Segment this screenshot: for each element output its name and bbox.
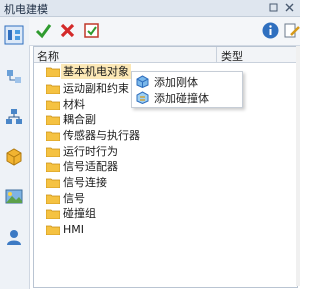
network-navigator-icon[interactable]: [4, 107, 24, 127]
collision-body-icon: [136, 91, 149, 104]
tree-row-couplers[interactable]: 耦合副: [34, 112, 297, 127]
tree-row-sensors-actuators[interactable]: 传感器与执行器: [34, 128, 297, 143]
folder-icon: [46, 67, 60, 77]
folder-icon: [46, 178, 60, 188]
context-menu: 添加刚体 添加碰撞体: [131, 71, 243, 108]
menu-item-add-rigid-body[interactable]: 添加刚体: [132, 73, 242, 90]
tree-row-signal-adapters[interactable]: 信号适配器: [34, 159, 297, 174]
info-icon[interactable]: [261, 21, 280, 40]
tree-row-label: 传感器与执行器: [63, 129, 140, 142]
part-navigator-icon[interactable]: [4, 147, 24, 167]
column-header-name[interactable]: 名称: [37, 48, 59, 64]
tree-row-collision-groups[interactable]: 碰撞组: [34, 206, 297, 221]
tree-row-label: 信号适配器: [63, 160, 118, 173]
tree-row-signals[interactable]: 信号: [34, 191, 297, 206]
tree-row-hmi[interactable]: HMI: [34, 222, 297, 237]
tree-row-label: 运行时行为: [63, 145, 118, 158]
folder-icon: [46, 131, 60, 141]
folder-icon: [46, 162, 60, 172]
column-divider[interactable]: [216, 47, 217, 62]
tree-row-label: 基本机电对象: [61, 64, 131, 79]
tree-row-label: 信号连接: [63, 176, 107, 189]
assembly-navigator-icon[interactable]: [4, 67, 24, 87]
column-header-type[interactable]: 类型: [221, 48, 243, 64]
tree-row-runtime-behavior[interactable]: 运行时行为: [34, 144, 297, 159]
folder-icon: [46, 225, 60, 235]
panel-title: 机电建模: [4, 3, 48, 16]
folder-icon: [46, 194, 60, 204]
tree-row-label: 碰撞组: [63, 207, 96, 220]
history-icon[interactable]: [4, 187, 24, 207]
delete-icon[interactable]: [58, 21, 77, 40]
check-icon[interactable]: [34, 21, 53, 40]
tree-row-label: 信号: [63, 192, 85, 205]
panel-toolbar: [29, 17, 300, 46]
edit-icon[interactable]: [82, 21, 101, 40]
menu-item-label: 添加碰撞体: [154, 92, 209, 105]
panel-right-edge: [296, 46, 300, 286]
menu-item-add-collision-body[interactable]: 添加碰撞体: [132, 89, 242, 106]
restore-icon[interactable]: [268, 2, 279, 13]
roles-icon[interactable]: [4, 227, 24, 247]
folder-icon: [46, 209, 60, 219]
edit-object-icon[interactable]: [283, 21, 302, 40]
folder-icon: [46, 100, 60, 110]
menu-item-label: 添加刚体: [154, 76, 198, 89]
folder-icon: [46, 147, 60, 157]
close-icon[interactable]: [284, 2, 295, 13]
resource-bar: [0, 17, 30, 289]
rigid-body-icon: [136, 75, 149, 88]
folder-icon: [46, 115, 60, 125]
folder-icon: [46, 84, 60, 94]
tree-row-label: 耦合副: [63, 113, 96, 126]
mechatronics-navigator-icon[interactable]: [4, 25, 24, 45]
panel-title-bar: 机电建模: [0, 0, 300, 17]
tree-row-label: 材料: [63, 98, 85, 111]
tree-header: 名称 类型: [34, 47, 297, 63]
tree-row-signal-connections[interactable]: 信号连接: [34, 175, 297, 190]
tree-row-label: 运动副和约束: [63, 82, 129, 95]
tree-row-label: HMI: [63, 223, 85, 236]
